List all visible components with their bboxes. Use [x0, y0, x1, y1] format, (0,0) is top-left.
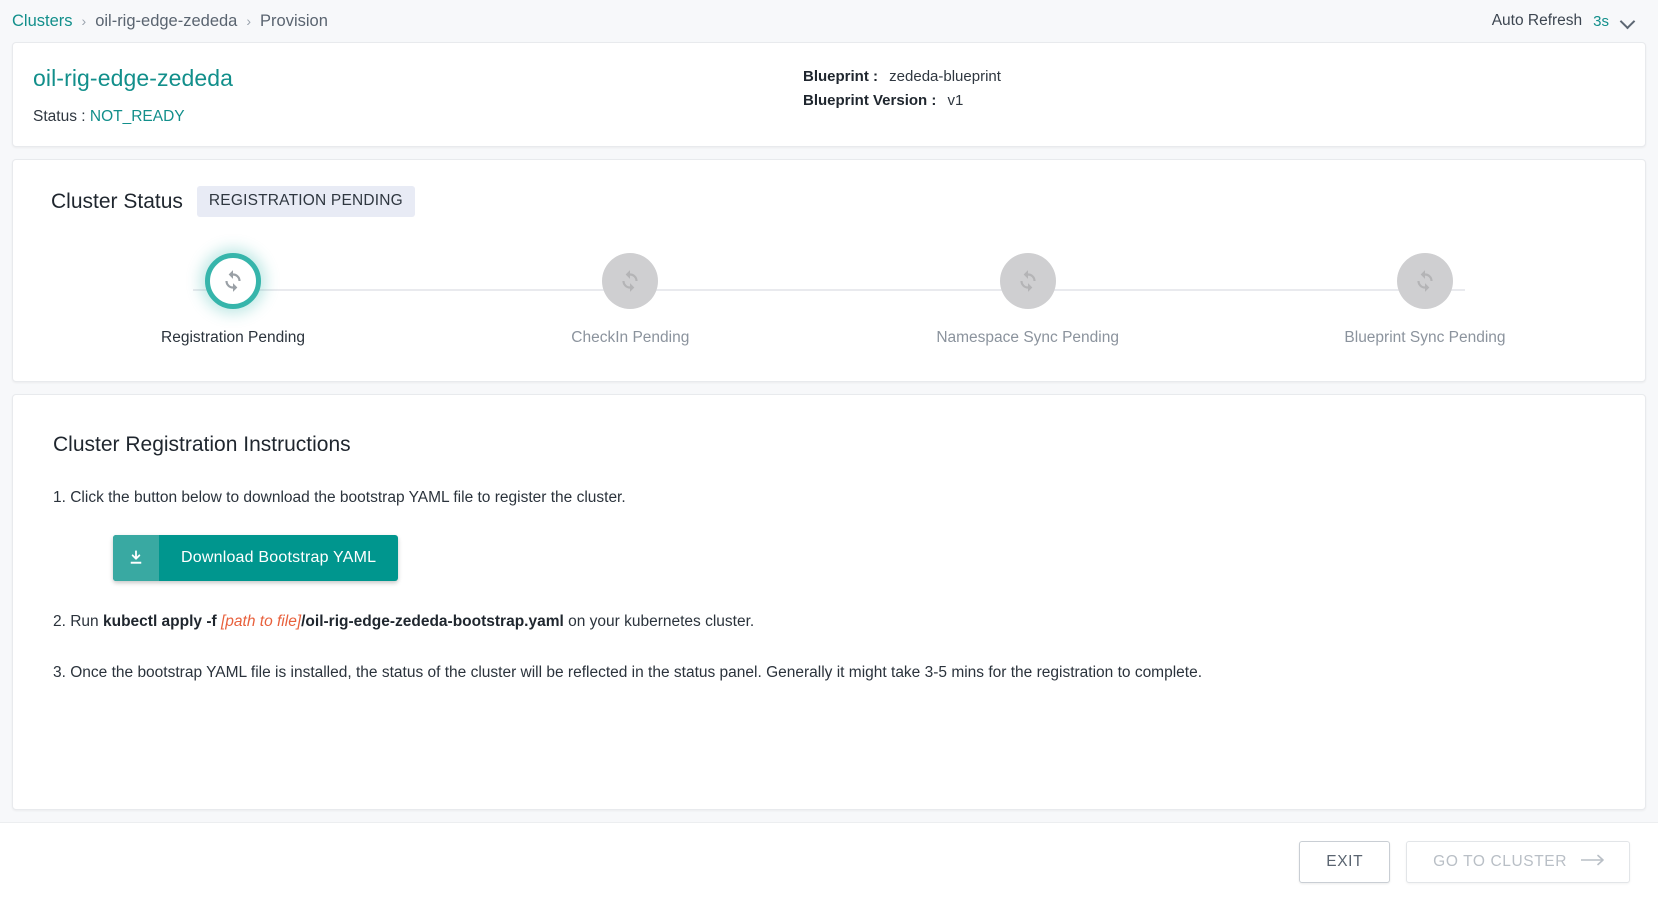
chevron-down-icon[interactable]: [1620, 13, 1636, 29]
breadcrumb-separator-icon: ›: [246, 13, 252, 29]
path-placeholder: [path to file]: [220, 612, 302, 630]
sync-icon: [1020, 270, 1036, 292]
sync-icon: [225, 270, 241, 292]
breadcrumb-item-provision: Provision: [260, 11, 328, 30]
step-blueprint-sync-pending: Blueprint Sync Pending: [1305, 253, 1545, 347]
sync-icon: [1417, 270, 1433, 292]
cluster-identity: oil-rig-edge-zededa Status : NOT_READY: [33, 65, 803, 126]
cluster-header-card: oil-rig-edge-zededa Status : NOT_READY B…: [12, 42, 1646, 147]
footer-actions: EXIT GO TO CLUSTER: [0, 822, 1658, 900]
step-label: Blueprint Sync Pending: [1344, 329, 1506, 346]
step-registration-pending: Registration Pending: [113, 253, 353, 347]
cluster-status-header: Cluster Status REGISTRATION PENDING: [33, 180, 1625, 217]
download-button-wrapper: Download Bootstrap YAML: [113, 534, 1617, 581]
step-bubble: [602, 253, 659, 309]
exit-button[interactable]: EXIT: [1299, 840, 1391, 883]
blueprint-row: Blueprint : zededa-blueprint: [803, 68, 1001, 85]
cluster-status-value: NOT_READY: [89, 108, 185, 125]
blueprint-value: zededa-blueprint: [889, 68, 1001, 85]
step-label: Namespace Sync Pending: [936, 329, 1119, 346]
download-button-label: Download Bootstrap YAML: [181, 548, 377, 566]
step2-suffix: on your kubernetes cluster.: [568, 612, 755, 630]
instruction-step-1: 1. Click the button below to download th…: [53, 489, 626, 506]
breadcrumb: Clusters › oil-rig-edge-zededa › Provisi…: [12, 12, 328, 31]
cluster-status-card: Cluster Status REGISTRATION PENDING Regi…: [12, 159, 1646, 382]
blueprint-label: Blueprint :: [803, 68, 878, 85]
status-badge: REGISTRATION PENDING: [196, 186, 415, 217]
step-label: Registration Pending: [161, 329, 305, 346]
go-to-cluster-label: GO TO CLUSTER: [1433, 852, 1567, 870]
sync-icon: [622, 270, 638, 292]
step-label: CheckIn Pending: [571, 329, 690, 346]
arrow-right-icon: [1580, 853, 1607, 871]
step-bubble: [205, 253, 261, 309]
auto-refresh-value: 3s: [1593, 12, 1609, 30]
registration-instructions-card: Cluster Registration Instructions 1. Cli…: [12, 394, 1646, 810]
cluster-status-line: Status : NOT_READY: [33, 108, 803, 126]
breadcrumb-item-clusters[interactable]: Clusters: [12, 12, 73, 31]
blueprint-version-row: Blueprint Version : v1: [803, 92, 1001, 109]
download-icon: [113, 534, 159, 581]
step2-prefix: 2. Run: [53, 612, 99, 630]
step-checkin-pending: CheckIn Pending: [510, 253, 750, 347]
go-to-cluster-button[interactable]: GO TO CLUSTER: [1406, 840, 1630, 883]
cluster-status-title: Cluster Status: [51, 189, 183, 213]
stepper-track: [193, 289, 1465, 291]
blueprint-version-label: Blueprint Version :: [803, 92, 937, 109]
instruction-step-2: 2. Run kubectl apply -f [path to file]/o…: [53, 611, 1617, 633]
step-namespace-sync-pending: Namespace Sync Pending: [908, 253, 1148, 347]
blueprint-version-value: v1: [947, 92, 964, 109]
step-bubble: [1396, 253, 1453, 309]
step-bubble: [999, 253, 1056, 309]
top-bar: Clusters › oil-rig-edge-zededa › Provisi…: [0, 0, 1658, 42]
instruction-step-3: 3. Once the bootstrap YAML file is insta…: [53, 664, 1203, 682]
breadcrumb-item-cluster-name[interactable]: oil-rig-edge-zededa: [95, 12, 237, 31]
breadcrumb-separator-icon: ›: [81, 13, 87, 29]
provision-stepper: Registration Pending CheckIn Pending Nam…: [113, 253, 1545, 347]
instructions-title: Cluster Registration Instructions: [53, 433, 351, 456]
cluster-name[interactable]: oil-rig-edge-zededa: [33, 65, 803, 92]
kubectl-command: kubectl apply -f: [102, 612, 217, 630]
download-bootstrap-yaml-button[interactable]: Download Bootstrap YAML: [113, 534, 399, 581]
auto-refresh-control[interactable]: Auto Refresh 3s: [1492, 12, 1636, 30]
blueprint-info: Blueprint : zededa-blueprint Blueprint V…: [803, 65, 1001, 126]
auto-refresh-label: Auto Refresh: [1491, 12, 1583, 29]
cluster-status-label: Status :: [33, 108, 86, 125]
bootstrap-filename: /oil-rig-edge-zededa-bootstrap.yaml: [301, 612, 564, 630]
